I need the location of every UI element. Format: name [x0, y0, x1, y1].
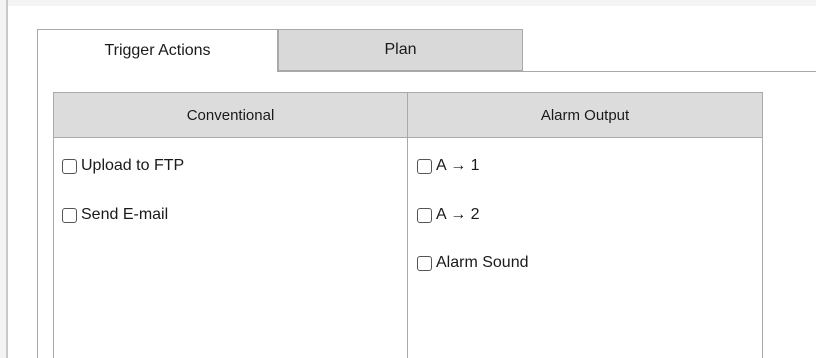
alarm-sound-checkbox[interactable] [417, 255, 432, 271]
upload-to-ftp-option[interactable]: Upload to FTP [62, 157, 184, 175]
upload-to-ftp-checkbox[interactable] [62, 158, 77, 174]
tab-label: Plan [384, 41, 417, 58]
option-label: Upload to FTP [81, 157, 185, 174]
alarm-a2-checkbox[interactable] [417, 207, 432, 223]
tab-label: Trigger Actions [104, 42, 211, 59]
actions-table: Conventional Upload to FTP Send E-mail A… [53, 92, 763, 358]
alarm-a1-checkbox[interactable] [417, 158, 432, 174]
option-label: A → 1 [436, 157, 480, 174]
alarm-output-header: Alarm Output [408, 93, 762, 138]
alarm-a2-option[interactable]: A → 2 [417, 206, 480, 224]
alarm-sound-option[interactable]: Alarm Sound [417, 254, 529, 272]
tab-trigger-actions[interactable]: Trigger Actions [37, 29, 278, 72]
send-email-checkbox[interactable] [62, 207, 77, 223]
option-label: Send E-mail [81, 206, 169, 223]
option-label: Alarm Sound [436, 254, 529, 271]
alarm-a1-option[interactable]: A → 1 [417, 157, 480, 175]
conventional-column: Conventional Upload to FTP Send E-mail [54, 93, 408, 358]
left-border [0, 0, 8, 358]
option-label: A → 2 [436, 206, 480, 223]
top-border [8, 0, 816, 6]
alarm-output-column: Alarm Output A → 1 A → 2 Alarm Sound [408, 93, 762, 358]
send-email-option[interactable]: Send E-mail [62, 206, 168, 224]
conventional-header: Conventional [54, 93, 407, 138]
tab-plan[interactable]: Plan [278, 29, 523, 71]
